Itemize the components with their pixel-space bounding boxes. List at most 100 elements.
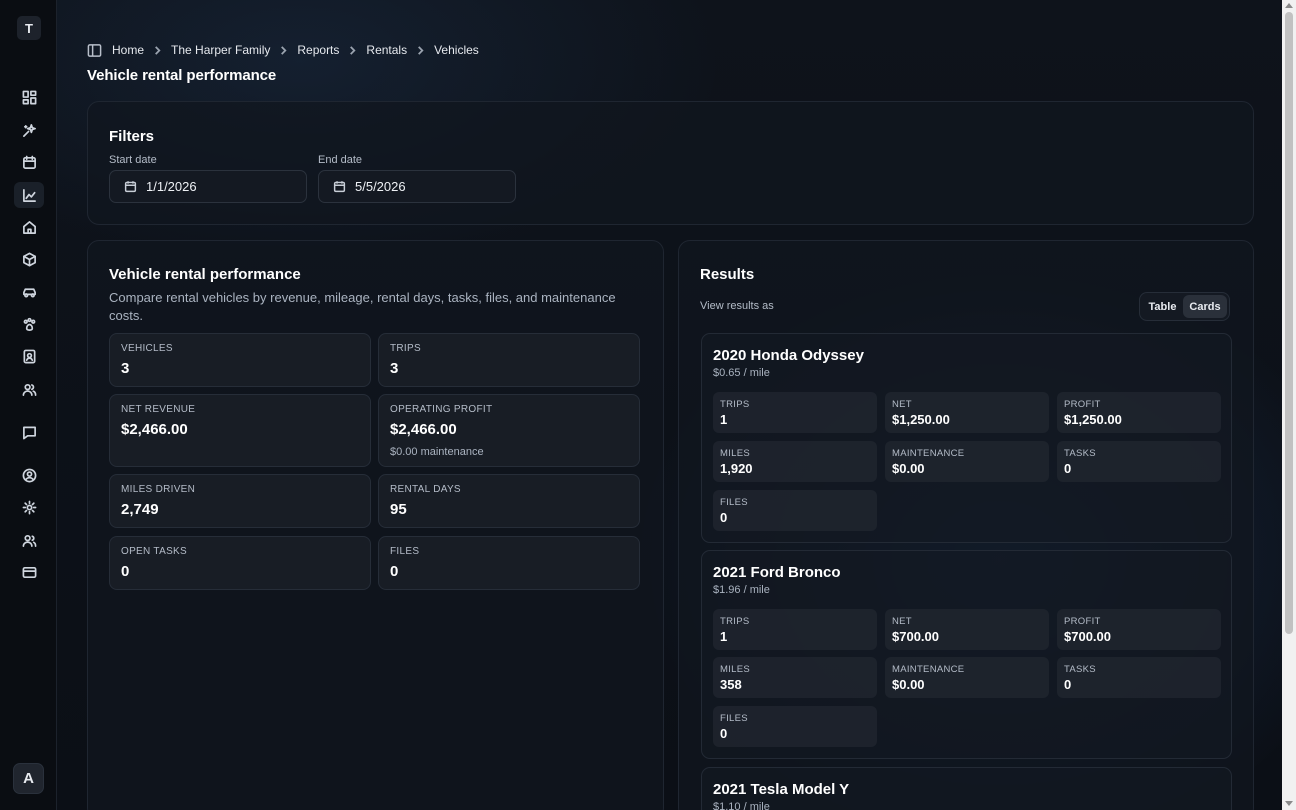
calendar-icon bbox=[333, 181, 346, 193]
end-date-label: End date bbox=[318, 154, 363, 166]
vehicle-card[interactable]: 2021 Tesla Model Y $1.10 / mile bbox=[701, 767, 1232, 810]
calendar-icon bbox=[124, 181, 137, 193]
breadcrumb: Home The Harper Family Reports Rentals V… bbox=[87, 42, 479, 58]
stat-label: NET REVENUE bbox=[121, 404, 196, 415]
vehicle-name: 2021 Tesla Model Y bbox=[713, 781, 850, 798]
team-icon[interactable] bbox=[20, 531, 38, 549]
settings-icon[interactable] bbox=[20, 498, 38, 516]
vehicle-stat-label: NET bbox=[892, 616, 912, 627]
vehicle-stat-profit: PROFIT $700.00 bbox=[1057, 609, 1221, 650]
chevron-right-icon bbox=[153, 45, 162, 55]
stat-value: 3 bbox=[390, 360, 399, 377]
stat-subtext: $0.00 maintenance bbox=[390, 446, 484, 458]
chart-line-icon[interactable] bbox=[14, 182, 44, 208]
breadcrumb-rentals[interactable]: Rentals bbox=[366, 43, 407, 57]
car-icon[interactable] bbox=[20, 283, 38, 301]
paw-icon[interactable] bbox=[20, 315, 38, 333]
chevron-right-icon bbox=[416, 45, 425, 55]
sidebar: T A bbox=[0, 0, 57, 810]
breadcrumb-family[interactable]: The Harper Family bbox=[171, 43, 270, 57]
stat-card-trips: TRIPS 3 bbox=[378, 333, 640, 387]
vehicle-stat-tasks: TASKS 0 bbox=[1057, 657, 1221, 698]
vehicle-stat-label: TRIPS bbox=[720, 616, 750, 627]
user-circle-icon[interactable] bbox=[20, 466, 38, 484]
sparkles-icon[interactable] bbox=[20, 121, 38, 139]
stat-card-files: FILES 0 bbox=[378, 536, 640, 590]
stat-value: 95 bbox=[390, 501, 407, 518]
vehicle-stat-label: MILES bbox=[720, 448, 751, 459]
home-icon[interactable] bbox=[20, 218, 38, 236]
filters-title: Filters bbox=[109, 128, 155, 145]
breadcrumb-reports[interactable]: Reports bbox=[297, 43, 339, 57]
start-date-input[interactable]: 1/1/2026 bbox=[109, 170, 307, 203]
stat-value: $2,466.00 bbox=[121, 421, 188, 438]
vehicle-stat-value: 1,920 bbox=[720, 461, 753, 476]
vehicle-stat-miles: MILES 358 bbox=[713, 657, 877, 698]
contacts-icon[interactable] bbox=[20, 347, 38, 365]
breadcrumb-vehicles: Vehicles bbox=[434, 43, 479, 57]
end-date-input[interactable]: 5/5/2026 bbox=[318, 170, 516, 203]
stat-label: FILES bbox=[390, 546, 420, 557]
vehicle-stat-value: $0.00 bbox=[892, 461, 925, 476]
breadcrumb-home[interactable]: Home bbox=[112, 43, 144, 57]
vehicle-stat-files: FILES 0 bbox=[713, 706, 877, 747]
stat-label: RENTAL DAYS bbox=[390, 484, 461, 495]
page-scrollbar[interactable] bbox=[1282, 0, 1296, 810]
vehicle-stat-value: $1,250.00 bbox=[1064, 412, 1122, 427]
vehicle-stat-value: 0 bbox=[1064, 677, 1072, 692]
stat-card-vehicles: VEHICLES 3 bbox=[109, 333, 371, 387]
stat-value: 0 bbox=[121, 563, 130, 580]
vehicle-stat-maintenance: MAINTENANCE $0.00 bbox=[885, 657, 1049, 698]
app-logo[interactable]: T bbox=[17, 16, 41, 40]
vehicle-stat-value: 1 bbox=[720, 629, 728, 644]
message-icon[interactable] bbox=[20, 423, 38, 441]
vehicle-stat-value: $1,250.00 bbox=[892, 412, 950, 427]
vehicle-name: 2021 Ford Bronco bbox=[713, 564, 841, 581]
vehicle-stat-value: 0 bbox=[720, 726, 728, 741]
stat-label: VEHICLES bbox=[121, 343, 173, 354]
vehicle-stat-label: TASKS bbox=[1064, 664, 1096, 675]
calendar-icon[interactable] bbox=[20, 153, 38, 171]
package-icon[interactable] bbox=[20, 250, 38, 268]
vehicle-stat-label: MILES bbox=[720, 664, 751, 675]
vehicle-stat-label: TASKS bbox=[1064, 448, 1096, 459]
stat-value: 3 bbox=[121, 360, 130, 377]
stat-card-net-revenue: NET REVENUE $2,466.00 bbox=[109, 394, 371, 467]
chevron-right-icon bbox=[348, 45, 357, 55]
vehicle-stat-tasks: TASKS 0 bbox=[1057, 441, 1221, 482]
vehicle-stat-label: MAINTENANCE bbox=[892, 664, 965, 675]
vehicle-name: 2020 Honda Odyssey bbox=[713, 347, 864, 364]
dashboard-icon[interactable] bbox=[20, 88, 38, 106]
vehicle-stat-value: $0.00 bbox=[892, 677, 925, 692]
stat-value: $2,466.00 bbox=[390, 421, 457, 438]
vehicle-stat-trips: TRIPS 1 bbox=[713, 392, 877, 433]
sidebar-toggle-icon[interactable] bbox=[87, 43, 102, 58]
vehicle-stat-value: $700.00 bbox=[892, 629, 939, 644]
scrollbar-thumb[interactable] bbox=[1285, 12, 1293, 634]
vehicle-stat-value: 1 bbox=[720, 412, 728, 427]
vehicle-card[interactable]: 2021 Ford Bronco $1.96 / mile TRIPS 1 NE… bbox=[701, 550, 1232, 759]
users-icon[interactable] bbox=[20, 380, 38, 398]
vehicle-stat-trips: TRIPS 1 bbox=[713, 609, 877, 650]
scroll-up-arrow-icon[interactable] bbox=[1285, 3, 1293, 8]
table-view-button[interactable]: Table bbox=[1142, 295, 1183, 318]
vehicle-stat-miles: MILES 1,920 bbox=[713, 441, 877, 482]
scroll-down-arrow-icon[interactable] bbox=[1285, 801, 1293, 806]
vehicle-stat-net: NET $700.00 bbox=[885, 609, 1049, 650]
page-title: Vehicle rental performance bbox=[87, 67, 277, 84]
vehicle-stat-label: FILES bbox=[720, 713, 748, 724]
performance-title: Vehicle rental performance bbox=[109, 266, 301, 283]
filters-card: Filters Start date 1/1/2026 End date 5/5… bbox=[87, 101, 1254, 225]
stat-label: MILES DRIVEN bbox=[121, 484, 196, 495]
cards-view-button[interactable]: Cards bbox=[1183, 295, 1227, 318]
stat-card-open-tasks: OPEN TASKS 0 bbox=[109, 536, 371, 590]
vehicle-card[interactable]: 2020 Honda Odyssey $0.65 / mile TRIPS 1 … bbox=[701, 333, 1232, 543]
view-toggle: Table Cards bbox=[1139, 292, 1230, 321]
vehicle-rate: $1.96 / mile bbox=[713, 584, 770, 596]
vehicle-stat-net: NET $1,250.00 bbox=[885, 392, 1049, 433]
stat-card-operating-profit: OPERATING PROFIT $2,466.00 $0.00 mainten… bbox=[378, 394, 640, 467]
user-avatar[interactable]: A bbox=[13, 763, 44, 794]
credit-card-icon[interactable] bbox=[20, 563, 38, 581]
results-title: Results bbox=[700, 266, 755, 283]
chevron-right-icon bbox=[279, 45, 288, 55]
